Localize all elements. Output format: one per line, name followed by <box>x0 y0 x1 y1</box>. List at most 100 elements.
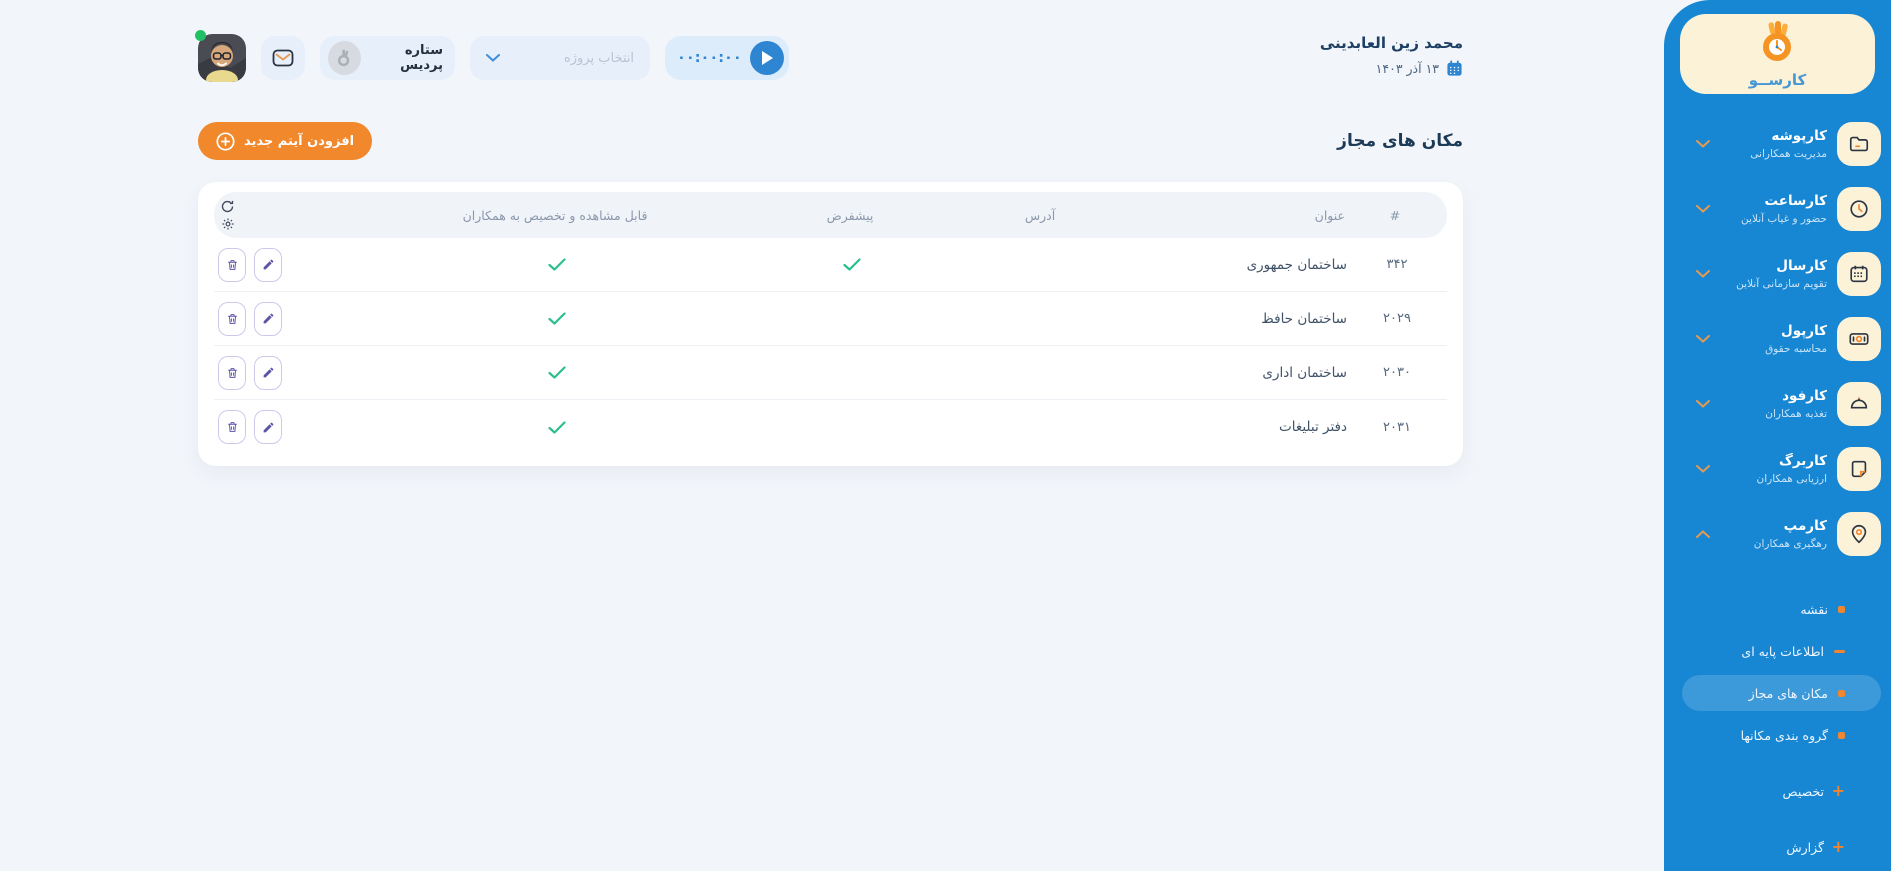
user-name: محمد زین العابدینی <box>1319 34 1463 52</box>
col-header-visible: قابل مشاهده و تخصیص به همکاران <box>462 207 648 223</box>
row-title: دفتر تبلیغات <box>1279 419 1347 435</box>
table-row: ۲۰۳۱ دفتر تبلیغات <box>214 400 1447 454</box>
add-item-button[interactable]: افزودن آیتم جدید <box>198 122 373 160</box>
sheet-icon <box>1837 447 1881 491</box>
col-header-title: عنوان <box>1314 207 1345 223</box>
submenu-item-basic-info[interactable]: اطلاعات پایه ای <box>1682 633 1881 669</box>
table-row: ۲۰۲۹ ساختمان حافظ <box>214 292 1447 346</box>
edit-row-button[interactable] <box>254 247 282 282</box>
app-logo[interactable]: کارســو <box>1680 14 1875 94</box>
row-title: ساختمان اداری <box>1262 364 1347 381</box>
square-bullet-icon <box>1838 605 1845 613</box>
submenu-item-assignment[interactable]: + تخصیص <box>1682 773 1881 809</box>
submenu-item-map[interactable]: نقشه <box>1682 591 1881 627</box>
karso-hand-clock-logo-icon <box>1755 20 1801 66</box>
sidebar-item-karmap[interactable]: کارمپ رهگیری همکاران <box>1690 512 1881 556</box>
timer-value: ۰۰:۰۰:۰۰ <box>677 50 742 66</box>
work-timer: ۰۰:۰۰:۰۰ <box>665 36 789 80</box>
topbar: محمد زین العابدینی ۱۳ آذر ۱۴۰۳ ۰۰:۰۰:۰۰ <box>195 30 1463 82</box>
sidebar-item-subtitle: تغذیه همکاران <box>1765 407 1827 420</box>
sidebar-item-subtitle: حضور و غیاب آنلاین <box>1741 212 1827 225</box>
row-id: ۲۰۳۱ <box>1383 419 1411 435</box>
calendar-icon <box>1837 252 1881 296</box>
submenu-label: تخصیص <box>1782 783 1824 799</box>
row-id: ۳۴۲ <box>1386 257 1408 272</box>
delete-row-button[interactable] <box>218 247 246 282</box>
add-item-label: افزودن آیتم جدید <box>244 133 355 149</box>
delete-row-button[interactable] <box>218 410 246 444</box>
page-header: مکان های مجاز افزودن آیتم جدید <box>198 122 1463 160</box>
sidebar-item-title: کارپوشه <box>1771 128 1827 145</box>
square-bullet-icon <box>1838 689 1845 697</box>
plus-bullet-icon: + <box>1831 837 1845 856</box>
chevron-down-icon[interactable] <box>1696 140 1710 148</box>
topbar-tools: ۰۰:۰۰:۰۰ انتخاب پروژه ستاره پردیس <box>195 30 789 82</box>
sidebar-item-title: کارفود <box>1782 388 1827 405</box>
table-header: # عنوان آدرس پیشفرض قابل مشاهده و تخصیص … <box>214 192 1447 238</box>
sidebar-item-karfood[interactable]: کارفود تغذیه همکاران <box>1690 382 1881 426</box>
calendar-date-icon <box>1446 60 1463 77</box>
sidebar: کارســو کارپوشه مدیریت همکارانی کارساعت <box>1664 0 1891 871</box>
sidebar-item-karsaat[interactable]: کارساعت حضور و غیاب آنلاین <box>1690 187 1881 231</box>
workspace-switcher[interactable]: ستاره پردیس <box>320 36 455 80</box>
map-pin-icon <box>1837 512 1881 556</box>
locations-table-card: # عنوان آدرس پیشفرض قابل مشاهده و تخصیص … <box>198 182 1463 466</box>
play-icon <box>762 51 773 65</box>
row-title: ساختمان جمهوری <box>1246 256 1347 273</box>
chevron-down-icon[interactable] <box>1696 335 1710 343</box>
delete-row-button[interactable] <box>218 355 246 390</box>
chevron-down-icon[interactable] <box>1696 205 1710 213</box>
visible-check-icon <box>548 258 566 271</box>
sidebar-item-title: کارساعت <box>1764 193 1827 210</box>
folder-icon <box>1837 122 1881 166</box>
app-logo-title: کارســو <box>1748 70 1807 89</box>
chevron-up-icon[interactable] <box>1696 530 1710 538</box>
submenu-label: اطلاعات پایه ای <box>1741 643 1824 659</box>
workspace-name: ستاره پردیس <box>400 43 443 73</box>
karmap-submenu: نقشه اطلاعات پایه ای مکان های مجاز گروه … <box>1664 591 1891 871</box>
refresh-button[interactable] <box>220 199 235 214</box>
submenu-item-location-groups[interactable]: گروه بندی مکانها <box>1682 717 1881 753</box>
banknote-icon <box>1837 317 1881 361</box>
chevron-down-icon[interactable] <box>1696 465 1710 473</box>
plus-circle-icon <box>216 131 235 151</box>
envelope-icon <box>272 49 294 67</box>
visible-check-icon <box>548 420 566 434</box>
row-title: ساختمان حافظ <box>1261 310 1347 327</box>
col-header-id: # <box>1389 207 1401 223</box>
table-row: ۳۴۲ ساختمان جمهوری <box>214 238 1447 292</box>
table-row: ۲۰۳۰ ساختمان اداری <box>214 346 1447 400</box>
edit-row-button[interactable] <box>254 355 282 390</box>
square-bullet-icon <box>1838 731 1845 739</box>
settings-gear-button[interactable] <box>221 217 235 231</box>
messages-button[interactable] <box>261 36 305 80</box>
sidebar-item-subtitle: ارزیابی همکاران <box>1756 472 1828 485</box>
col-header-default: پیشفرض <box>826 207 874 223</box>
sidebar-item-karbarg[interactable]: کاربرگ ارزیابی همکاران <box>1690 447 1881 491</box>
main-content: محمد زین العابدینی ۱۳ آذر ۱۴۰۳ ۰۰:۰۰:۰۰ <box>0 0 1664 871</box>
visible-check-icon <box>548 312 566 325</box>
current-date: ۱۳ آذر ۱۴۰۳ <box>1375 61 1439 76</box>
user-avatar[interactable] <box>195 30 246 82</box>
user-block: محمد زین العابدینی ۱۳ آذر ۱۴۰۳ <box>1320 34 1463 77</box>
workspace-logo-icon <box>328 41 361 75</box>
play-button[interactable] <box>750 41 784 75</box>
sidebar-item-karsal[interactable]: کارسال تقویم سازمانی آنلاین <box>1690 252 1881 296</box>
sidebar-item-karpool[interactable]: کارپول محاسبه حقوق <box>1690 317 1881 361</box>
plus-bullet-icon: + <box>1831 781 1845 800</box>
col-header-address: آدرس <box>1024 207 1056 223</box>
edit-row-button[interactable] <box>254 410 282 444</box>
sidebar-item-title: کارپول <box>1781 323 1827 340</box>
sidebar-item-karpooshe[interactable]: کارپوشه مدیریت همکارانی <box>1690 122 1881 166</box>
sidebar-item-title: کاربرگ <box>1779 453 1827 470</box>
submenu-item-allowed-locations[interactable]: مکان های مجاز <box>1682 675 1881 711</box>
page-title: مکان های مجاز <box>1337 131 1463 151</box>
chevron-down-icon[interactable] <box>1696 400 1710 408</box>
chevron-down-icon[interactable] <box>1696 270 1710 278</box>
submenu-item-report[interactable]: + گزارش <box>1682 829 1881 865</box>
default-check-icon <box>843 258 861 271</box>
delete-row-button[interactable] <box>218 301 246 336</box>
submenu-label: مکان های مجاز <box>1748 685 1828 701</box>
edit-row-button[interactable] <box>254 301 282 336</box>
project-select[interactable]: انتخاب پروژه <box>470 36 650 80</box>
